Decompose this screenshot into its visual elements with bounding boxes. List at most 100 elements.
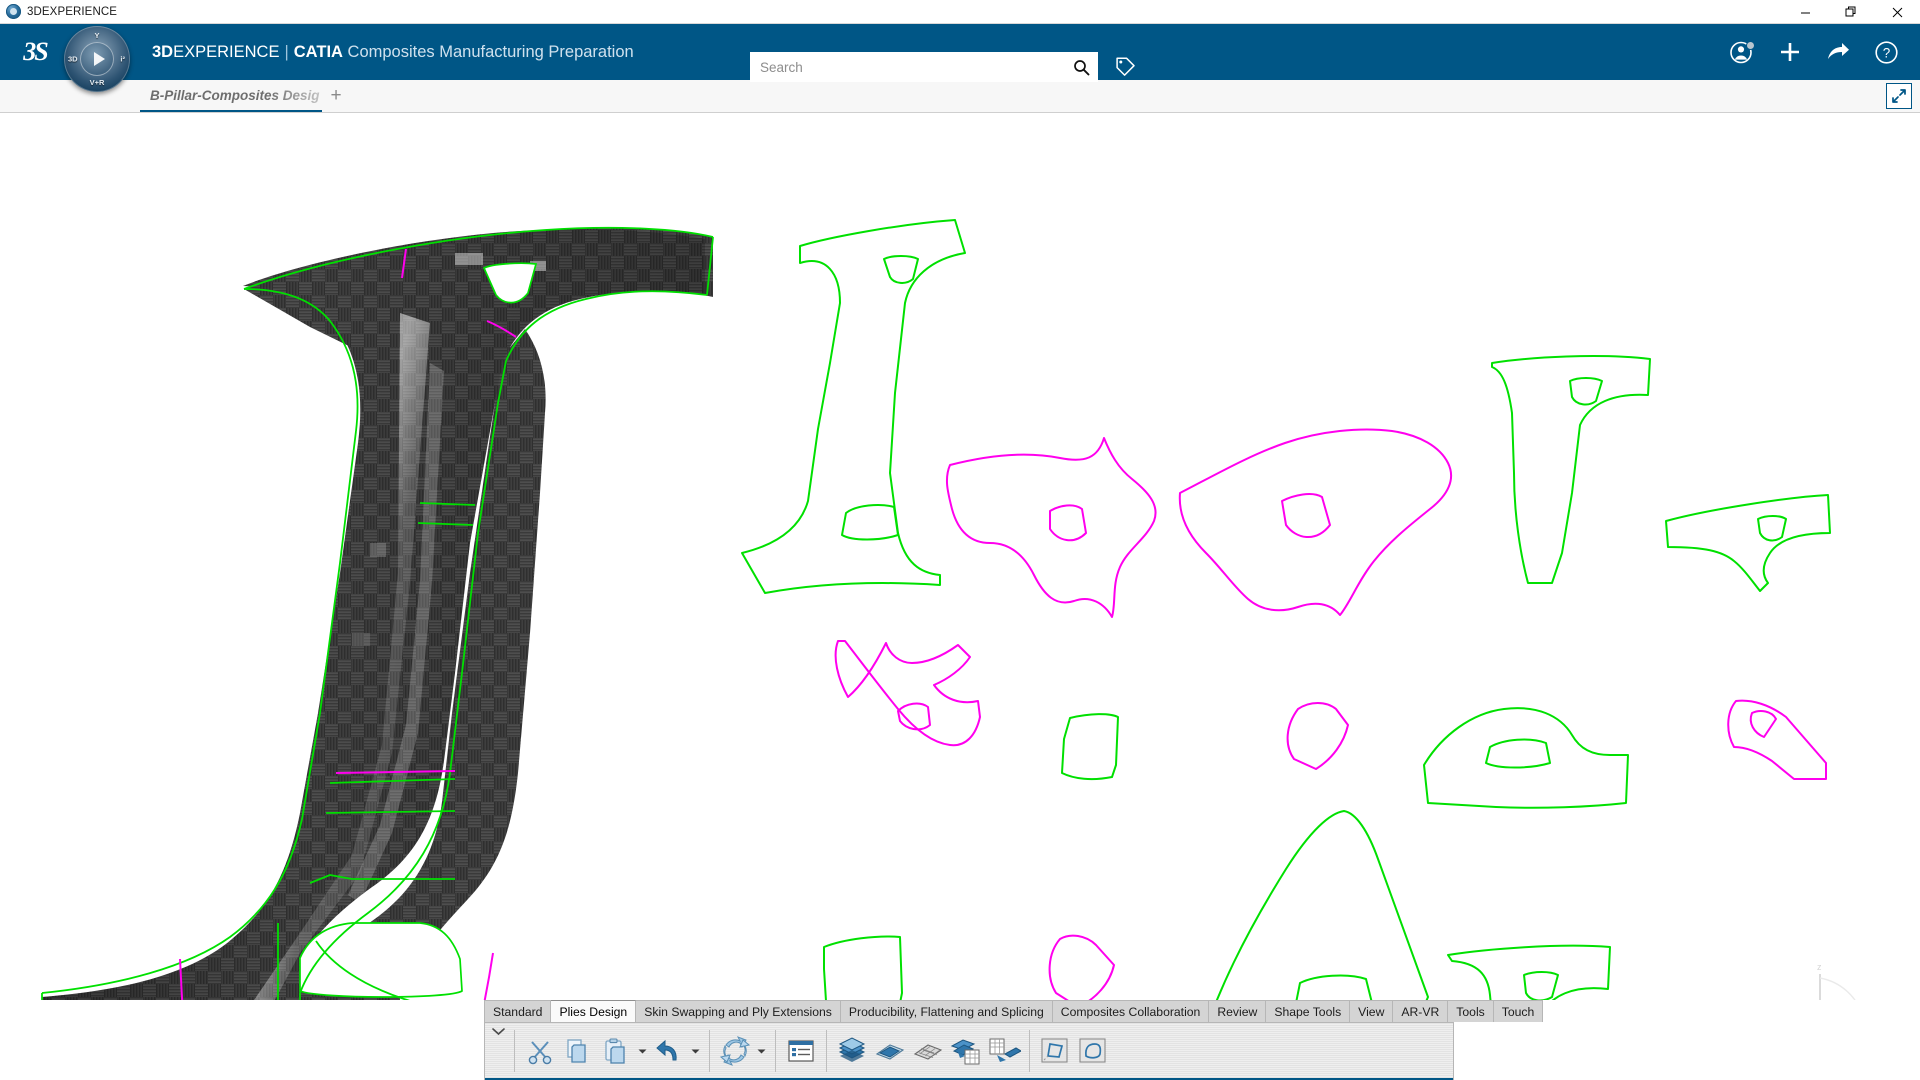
brand-app-name: Composites Manufacturing Preparation <box>347 42 634 61</box>
ribbon-tab-row: Standard Plies Design Skin Swapping and … <box>484 1000 1544 1022</box>
ribbon-tab-touch[interactable]: Touch <box>1493 1000 1544 1022</box>
flat-ply-14 <box>1447 944 1611 1000</box>
tag-button[interactable] <box>1110 52 1140 82</box>
chevron-down-icon <box>491 1028 505 1036</box>
flat-ply-11 <box>823 935 903 1000</box>
search-submit-button[interactable] <box>1064 52 1098 82</box>
ribbon-tab-skin-swapping[interactable]: Skin Swapping and Ply Extensions <box>636 1000 841 1022</box>
window-controls <box>1782 0 1920 24</box>
search-input[interactable] <box>750 52 1064 82</box>
user-account-icon[interactable] <box>1728 38 1756 66</box>
flat-ply-3 <box>1178 428 1453 616</box>
flat-ply-9 <box>1423 707 1629 809</box>
ply-contour-icon[interactable] <box>1037 1028 1073 1074</box>
ribbon-tab-tools[interactable]: Tools <box>1448 1000 1494 1022</box>
flat-ply-13 <box>1215 810 1429 1000</box>
document-tab-b-pillar[interactable]: B-Pillar-Composites Desig <box>140 80 322 112</box>
compass-south-label: V+R <box>89 78 105 87</box>
ribbon-panel: Standard Plies Design Skin Swapping and … <box>484 1000 1544 1080</box>
ribbon-separator-3 <box>775 1030 776 1072</box>
header-action-icons: ? <box>1728 24 1910 80</box>
viewport-graphics: z x y <box>40 219 1856 1000</box>
undo-dropdown-arrow[interactable] <box>689 1048 702 1055</box>
application-window: 3DEXPERIENCE 3S Y 3D i² V+R 3DEXPERIENCE… <box>0 0 1920 1080</box>
compass-west-label: 3D <box>68 54 78 64</box>
window-title: 3DEXPERIENCE <box>27 5 118 18</box>
chevron-down-icon <box>638 1049 647 1053</box>
paste-dropdown-arrow[interactable] <box>636 1048 649 1055</box>
update-icon[interactable] <box>717 1028 753 1074</box>
svg-text:z: z <box>1817 962 1822 972</box>
app-logo-icon <box>6 4 21 19</box>
title-bar-left: 3DEXPERIENCE <box>0 4 117 19</box>
flat-ply-8 <box>1286 702 1349 770</box>
ribbon-separator-5 <box>1029 1030 1030 1072</box>
compass-east-label: i² <box>120 54 125 64</box>
3dexperience-compass[interactable]: Y 3D i² V+R <box>64 26 130 92</box>
document-tab-strip: B-Pillar-Composites Desig + <box>0 80 1920 113</box>
ribbon-tab-standard[interactable]: Standard <box>484 1000 552 1022</box>
brand-3d: 3D <box>152 42 174 61</box>
flat-ply-4 <box>1491 355 1651 584</box>
collapse-ribbon-button[interactable] <box>489 1023 507 1079</box>
ribbon-separator-4 <box>826 1030 827 1072</box>
paste-icon[interactable] <box>598 1028 634 1074</box>
expand-collapse-button[interactable] <box>1886 83 1912 109</box>
dassault-systemes-logo-icon: 3S <box>23 37 48 66</box>
application-title: 3DEXPERIENCE | CATIA Composites Manufactur… <box>152 43 634 62</box>
brand-experience: EXPERIENCE <box>173 42 280 61</box>
flat-ply-6 <box>834 640 981 747</box>
3d-viewport[interactable]: z x y <box>0 113 1920 1000</box>
ply-surface-icon[interactable] <box>1075 1028 1111 1074</box>
ribbon-tab-producibility[interactable]: Producibility, Flattening and Splicing <box>840 1000 1053 1022</box>
plies-stack-icon[interactable] <box>834 1028 870 1074</box>
ply-icon[interactable] <box>872 1028 908 1074</box>
new-tab-button[interactable]: + <box>322 80 350 112</box>
brand-catia: CATIA <box>293 42 343 61</box>
flat-ply-2 <box>945 437 1157 618</box>
ribbon-tab-ar-vr[interactable]: AR-VR <box>1393 1000 1449 1022</box>
share-icon[interactable] <box>1824 38 1852 66</box>
ribbon-separator-2 <box>709 1030 710 1072</box>
close-button[interactable] <box>1874 0 1920 24</box>
ribbon-tab-shape-tools[interactable]: Shape Tools <box>1266 1000 1351 1022</box>
pillar-lower-cutout <box>299 922 463 998</box>
ply-mesh-icon[interactable] <box>910 1028 946 1074</box>
add-icon[interactable] <box>1776 38 1804 66</box>
ply-from-table-icon[interactable] <box>948 1028 984 1074</box>
chevron-down-icon <box>757 1049 766 1053</box>
minimize-button[interactable] <box>1782 0 1828 24</box>
brand-separator: | <box>284 42 289 61</box>
cut-icon[interactable] <box>522 1028 558 1074</box>
search-box[interactable] <box>750 52 1098 82</box>
flat-ply-12 <box>1048 934 1115 1000</box>
ribbon-separator <box>514 1030 515 1072</box>
properties-icon[interactable] <box>783 1028 819 1074</box>
b-pillar-3d-model <box>40 226 714 1000</box>
expand-collapse-icon <box>1892 89 1906 103</box>
compass-center-button[interactable] <box>80 42 114 76</box>
ribbon-tab-view[interactable]: View <box>1350 1000 1394 1022</box>
update-dropdown-arrow[interactable] <box>755 1048 768 1055</box>
compass-north-label: Y <box>94 31 100 40</box>
flat-pattern-contours <box>741 219 1831 1000</box>
application-header-bar: 3S Y 3D i² V+R 3DEXPERIENCE | CATIA Compos… <box>0 24 1920 92</box>
flat-ply-7 <box>1061 713 1119 781</box>
copy-icon[interactable] <box>560 1028 596 1074</box>
undo-icon[interactable] <box>651 1028 687 1074</box>
ribbon-tab-composites-collaboration[interactable]: Composites Collaboration <box>1052 1000 1210 1022</box>
maximize-button[interactable] <box>1828 0 1874 24</box>
tag-icon <box>1116 57 1135 76</box>
help-icon[interactable]: ? <box>1872 38 1900 66</box>
ribbon-command-bar <box>484 1022 1454 1080</box>
ribbon-tab-review[interactable]: Review <box>1209 1000 1267 1022</box>
flat-ply-5 <box>1665 494 1831 592</box>
flat-ply-1 <box>741 219 966 594</box>
chevron-down-icon <box>691 1049 700 1053</box>
search-icon <box>1073 59 1089 75</box>
ribbon-tab-plies-design[interactable]: Plies Design <box>551 1000 637 1022</box>
bottom-ribbon: Standard Plies Design Skin Swapping and … <box>0 1000 1920 1080</box>
svg-text:?: ? <box>1882 45 1890 60</box>
table-to-ply-icon[interactable] <box>986 1028 1022 1074</box>
axis-triad-compass: z x y <box>1817 962 1856 1000</box>
